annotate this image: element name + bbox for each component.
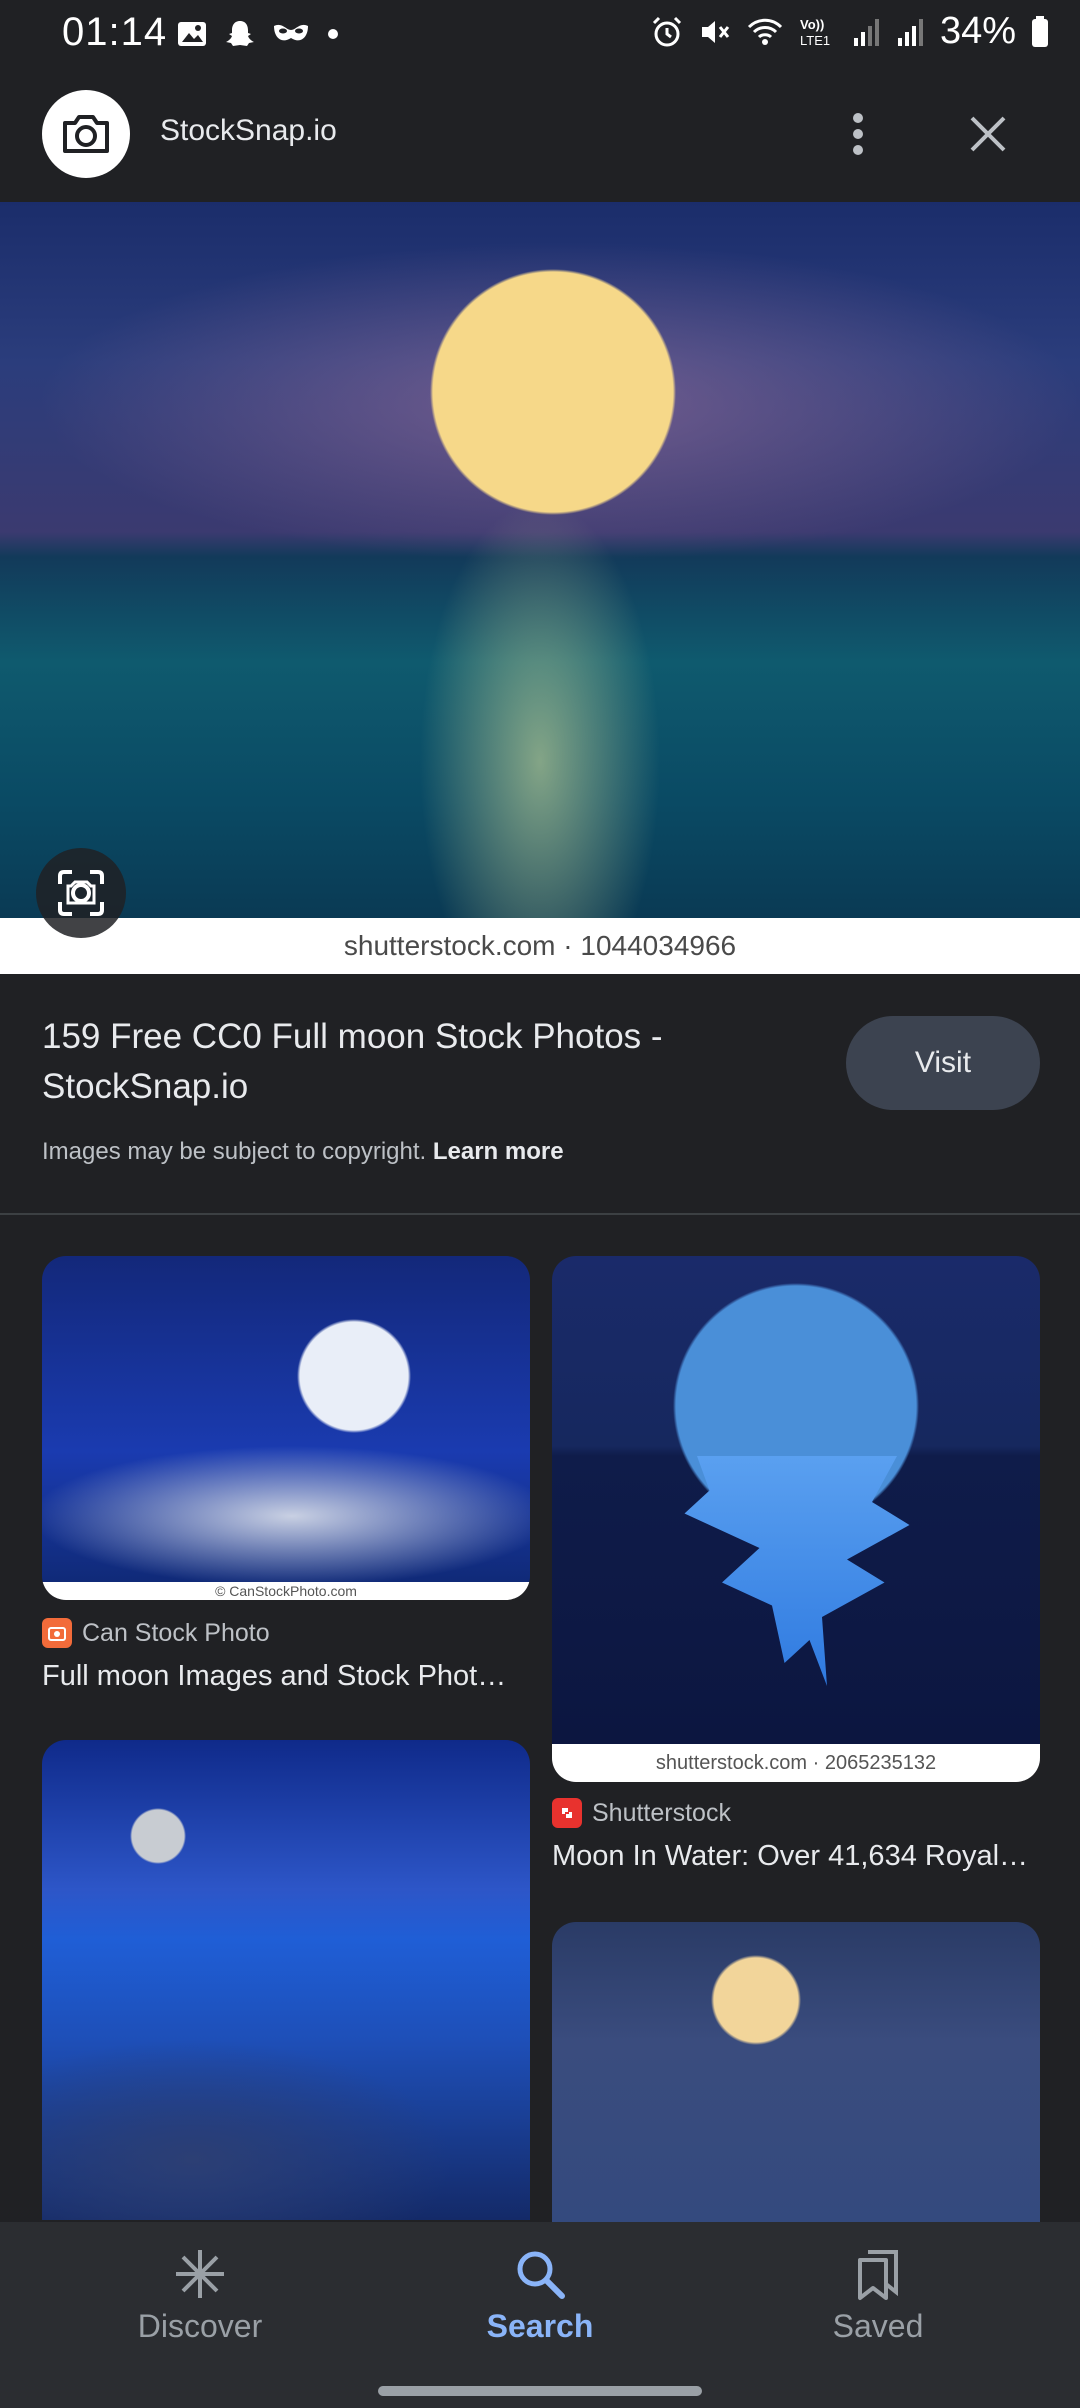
- snapchat-icon: [226, 21, 254, 46]
- related-source-2[interactable]: Shutterstock: [552, 1798, 731, 1828]
- related-image-3[interactable]: [42, 1740, 530, 2220]
- camera-icon: [63, 115, 109, 153]
- shutterstock-icon: [552, 1798, 582, 1828]
- nav-search-label: Search: [486, 2308, 594, 2344]
- status-bar: 01:14 Vo)) LTE1 34%: [0, 0, 1080, 68]
- canstockphoto-icon: [42, 1618, 72, 1648]
- home-indicator[interactable]: [378, 2386, 702, 2396]
- lens-scan-icon: [58, 870, 104, 916]
- bookmarks-icon: [858, 2250, 898, 2300]
- full-moon-photo: [0, 202, 1080, 918]
- search-icon: [517, 2251, 565, 2299]
- signal-icon: [897, 18, 923, 46]
- nav-search[interactable]: Search: [440, 2246, 640, 2366]
- site-name[interactable]: StockSnap.io: [160, 114, 337, 148]
- image-watermark: © CanStockPhoto.com: [42, 1582, 530, 1600]
- source-name: Can Stock Photo: [82, 1618, 270, 1647]
- mute-icon: [701, 20, 730, 43]
- dot-icon: [328, 29, 338, 39]
- result-header: StockSnap.io: [0, 68, 1080, 202]
- signal-icon: [853, 18, 879, 46]
- nav-saved-label: Saved: [832, 2308, 924, 2344]
- battery-percent: 34%: [939, 10, 1016, 52]
- site-logo[interactable]: [42, 90, 130, 178]
- svg-text:LTE1: LTE1: [800, 33, 830, 48]
- wifi-icon: [747, 18, 782, 45]
- nav-discover[interactable]: Discover: [100, 2246, 300, 2366]
- related-title-2[interactable]: Moon In Water: Over 41,634 Royal…: [552, 1840, 1028, 1873]
- hero-watermark: shutterstock.com · 1044034966: [0, 918, 1080, 974]
- related-title-1[interactable]: Full moon Images and Stock Phot…: [42, 1660, 506, 1693]
- lens-result-screen: 01:14 Vo)) LTE1 34% StockSnap.io shutter…: [0, 0, 1080, 2408]
- moon-clouds-photo: [42, 1256, 530, 1582]
- close-icon: [970, 116, 1006, 152]
- section-divider: [0, 1213, 1080, 1215]
- result-title[interactable]: 159 Free CC0 Full moon Stock Photos - St…: [42, 1012, 822, 1112]
- status-notification-icons: [176, 18, 340, 50]
- svg-text:Vo)): Vo)): [800, 17, 824, 32]
- mask-icon: [274, 24, 308, 41]
- status-time: 01:14: [62, 10, 168, 54]
- bottom-navigation: Discover Search Saved: [0, 2222, 1080, 2408]
- moon-horizon-photo: [552, 1922, 1040, 2222]
- status-system-icons: Vo)) LTE1 34%: [650, 10, 1050, 53]
- learn-more-link[interactable]: Learn more: [433, 1138, 564, 1165]
- discover-asterisk-icon: [176, 2250, 224, 2298]
- more-vert-icon: [853, 113, 863, 155]
- related-image-2[interactable]: shutterstock.com · 2065235132: [552, 1256, 1040, 1782]
- battery-icon: [1032, 15, 1048, 47]
- more-options-button[interactable]: [836, 104, 880, 164]
- related-image-1[interactable]: © CanStockPhoto.com: [42, 1256, 530, 1600]
- visit-button[interactable]: Visit: [846, 1016, 1040, 1110]
- related-image-4[interactable]: [552, 1922, 1040, 2222]
- image-watermark: shutterstock.com · 2065235132: [552, 1744, 1040, 1782]
- alarm-icon: [652, 16, 681, 46]
- source-name: Shutterstock: [592, 1798, 731, 1827]
- related-source-1[interactable]: Can Stock Photo: [42, 1618, 270, 1648]
- close-button[interactable]: [958, 104, 1018, 164]
- copyright-notice: Images may be subject to copyright. Lear…: [42, 1138, 564, 1166]
- lens-search-button[interactable]: [36, 848, 126, 938]
- nav-discover-label: Discover: [137, 2308, 263, 2344]
- gallery-icon: [178, 22, 206, 46]
- moon-rocky-coast-photo: [42, 1740, 530, 2220]
- volte-icon: Vo))LTE1: [800, 17, 830, 48]
- result-image[interactable]: shutterstock.com · 1044034966: [0, 202, 1080, 974]
- copyright-text: Images may be subject to copyright.: [42, 1138, 427, 1165]
- nav-saved[interactable]: Saved: [778, 2246, 978, 2366]
